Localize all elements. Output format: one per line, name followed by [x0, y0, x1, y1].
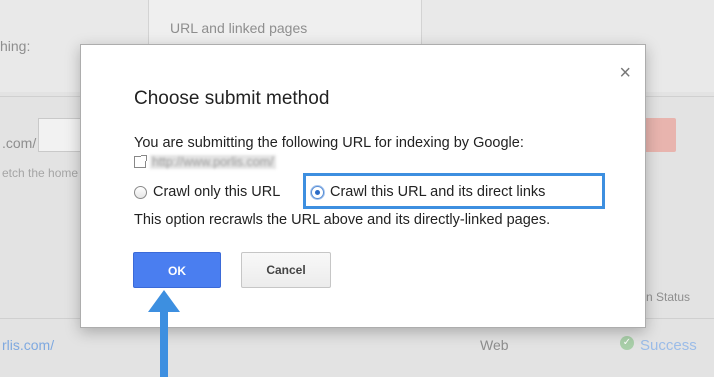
radio-button-unchecked[interactable] — [134, 185, 147, 199]
ok-button[interactable]: OK — [133, 252, 221, 288]
close-icon[interactable]: × — [619, 63, 631, 83]
background-row-type: Web — [480, 337, 509, 353]
radio-option-crawl-only-label: Crawl only this URL — [153, 184, 281, 200]
submit-method-dialog: × Choose submit method You are submittin… — [80, 44, 646, 328]
external-link-icon — [134, 155, 147, 168]
option-note: This option recrawls the URL above and i… — [134, 212, 551, 228]
dialog-description: You are submitting the following URL for… — [134, 135, 524, 151]
submitted-url[interactable]: http://www.porlis.com/ — [150, 155, 276, 169]
background-url-header: URL and linked pages — [170, 20, 308, 36]
radio-option-crawl-only[interactable]: Crawl only this URL — [134, 182, 280, 202]
background-fetch-hint: etch the home — [2, 166, 79, 180]
dialog-title: Choose submit method — [134, 88, 330, 109]
check-icon: ✓ — [620, 336, 634, 350]
radio-option-crawl-links-label: Crawl this URL and its direct links — [330, 184, 546, 200]
background-status-header: n Status — [646, 290, 691, 304]
cancel-button[interactable]: Cancel — [241, 252, 331, 288]
submitted-url-row: http://www.porlis.com/ — [134, 154, 276, 170]
background-left-label: hing: — [0, 38, 31, 54]
annotation-arrow-icon — [148, 290, 180, 377]
radio-option-crawl-links[interactable]: Crawl this URL and its direct links — [311, 182, 545, 202]
radio-button-checked[interactable] — [311, 185, 324, 199]
background-domain-text: .com/ — [2, 135, 37, 151]
background-row-status: Success — [640, 337, 697, 354]
background-row-url: rlis.com/ — [2, 337, 55, 353]
